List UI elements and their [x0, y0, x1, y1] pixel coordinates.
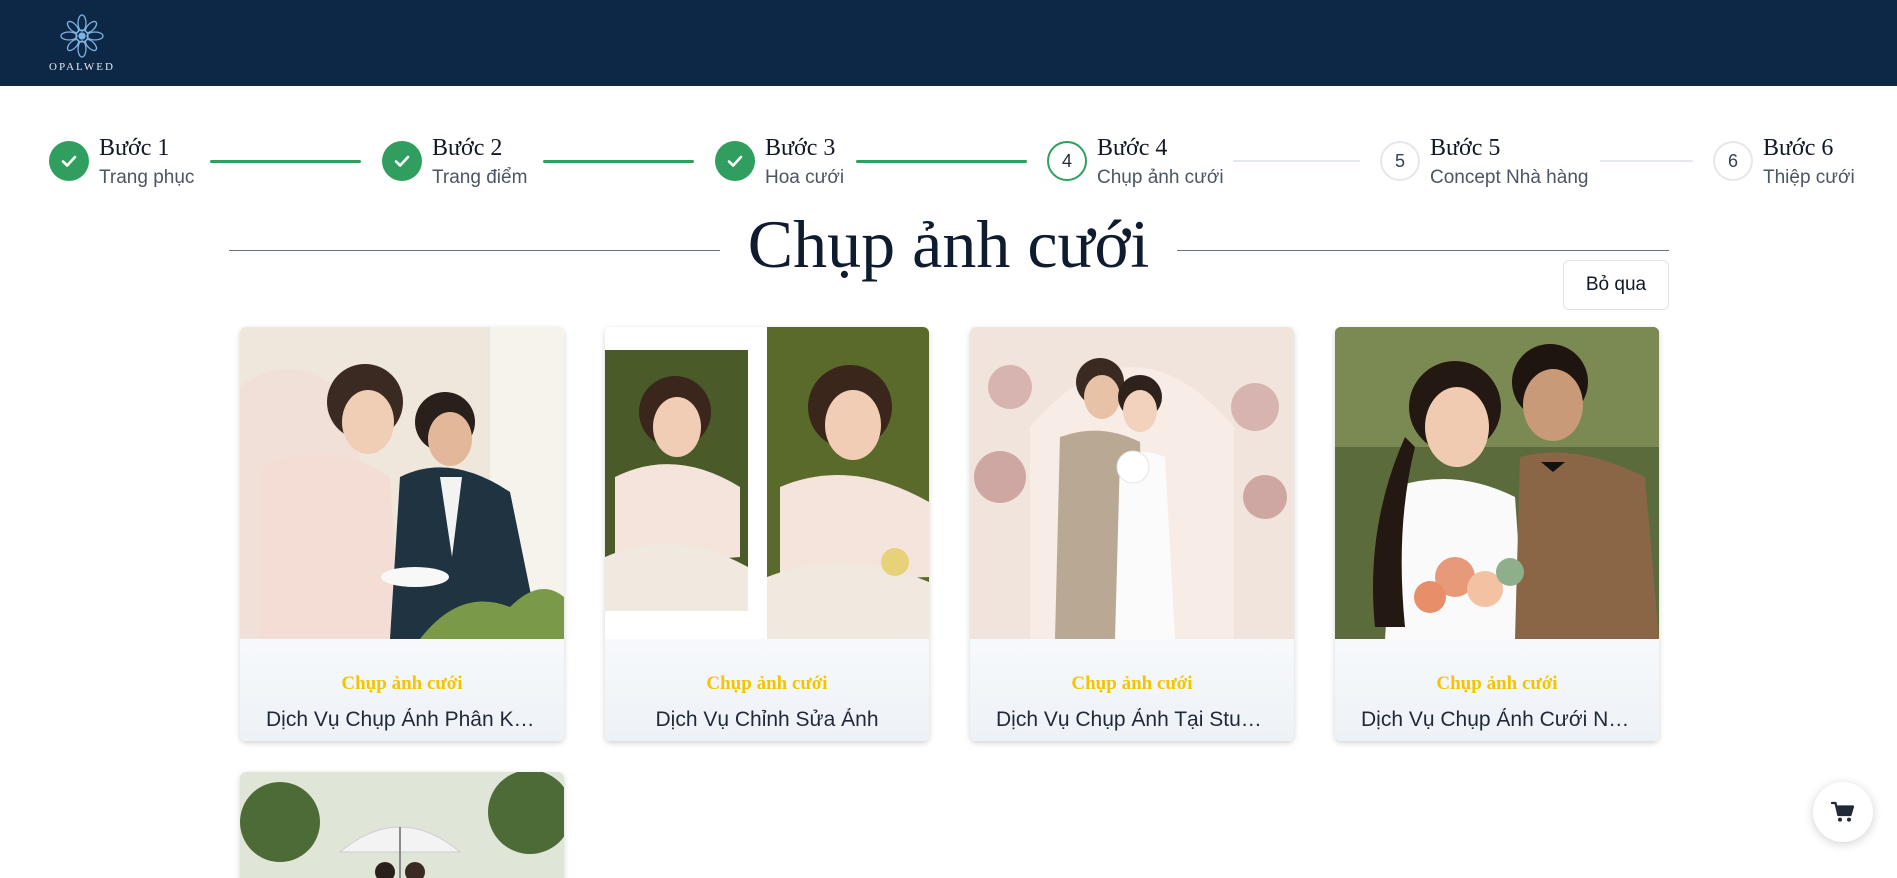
step-6-subtitle: Thiệp cưới — [1763, 167, 1855, 188]
service-card-3[interactable]: Chụp ảnh cưới Dịch Vụ Chụp Ảnh Tại Studi… — [970, 327, 1294, 741]
step-6-title: Bước 6 — [1763, 135, 1834, 161]
service-card-5[interactable] — [240, 772, 564, 878]
card-2-title: Dịch Vụ Chỉnh Sửa Ảnh — [655, 708, 879, 731]
step-6-number: 6 — [1713, 141, 1753, 181]
card-5-photo — [240, 772, 564, 878]
step-connector-2 — [543, 160, 694, 163]
step-2-title: Bước 2 — [432, 135, 503, 161]
step-4-number: 4 — [1047, 141, 1087, 181]
card-2-photo — [605, 327, 929, 639]
card-3-category: Chụp ảnh cưới — [1071, 673, 1193, 694]
step-4-subtitle: Chụp ảnh cưới — [1097, 167, 1224, 188]
card-4-category: Chụp ảnh cưới — [1436, 673, 1558, 694]
card-4-photo — [1335, 327, 1659, 639]
card-1-title: Dịch Vụ Chụp Ảnh Phân Khúc Cao Cấp — [266, 708, 538, 731]
skip-button[interactable]: Bỏ qua — [1563, 260, 1669, 310]
top-navbar: OPALWED — [0, 0, 1897, 86]
page-title-text: Chụp ảnh cưới — [719, 206, 1178, 282]
step-5-number: 5 — [1380, 141, 1420, 181]
card-2-category: Chụp ảnh cưới — [706, 673, 828, 694]
step-connector-3 — [856, 160, 1027, 163]
step-3-subtitle: Hoa cưới — [765, 167, 845, 188]
step-1-subtitle: Trang phục — [99, 167, 195, 188]
step-2-check-icon — [382, 141, 422, 181]
step-3-title: Bước 3 — [765, 135, 836, 161]
step-1-check-icon — [49, 141, 89, 181]
booking-stepper: Bước 1 Trang phục Bước 2 Trang điểm Bước… — [0, 135, 1897, 195]
brand-logo[interactable]: OPALWED — [40, 14, 124, 76]
step-1-title: Bước 1 — [99, 135, 170, 161]
step-4-title: Bước 4 — [1097, 135, 1168, 161]
step-5-subtitle: Concept Nhà hàng — [1430, 167, 1589, 188]
service-card-4[interactable]: Chụp ảnh cưới Dịch Vụ Chụp Ảnh Cưới Ngoạ… — [1335, 327, 1659, 741]
card-3-photo — [970, 327, 1294, 639]
mandala-logo-icon — [60, 14, 104, 58]
step-connector-4 — [1233, 160, 1360, 162]
step-3-check-icon — [715, 141, 755, 181]
card-1-category: Chụp ảnh cưới — [341, 673, 463, 694]
card-1-photo — [240, 327, 564, 639]
step-connector-5 — [1600, 160, 1693, 162]
card-3-title: Dịch Vụ Chụp Ảnh Tại Studio — [996, 708, 1268, 731]
card-4-title: Dịch Vụ Chụp Ảnh Cưới Ngoại Cảnh — [1361, 708, 1633, 731]
cart-button[interactable] — [1813, 782, 1873, 842]
cart-icon — [1831, 801, 1855, 822]
service-card-1[interactable]: Chụp ảnh cưới Dịch Vụ Chụp Ảnh Phân Khúc… — [240, 327, 564, 741]
service-card-2[interactable]: Chụp ảnh cưới Dịch Vụ Chỉnh Sửa Ảnh — [605, 327, 929, 741]
step-2-subtitle: Trang điểm — [432, 167, 528, 188]
step-5-title: Bước 5 — [1430, 135, 1501, 161]
step-connector-1 — [210, 160, 361, 163]
logo-wordmark: OPALWED — [49, 61, 115, 73]
